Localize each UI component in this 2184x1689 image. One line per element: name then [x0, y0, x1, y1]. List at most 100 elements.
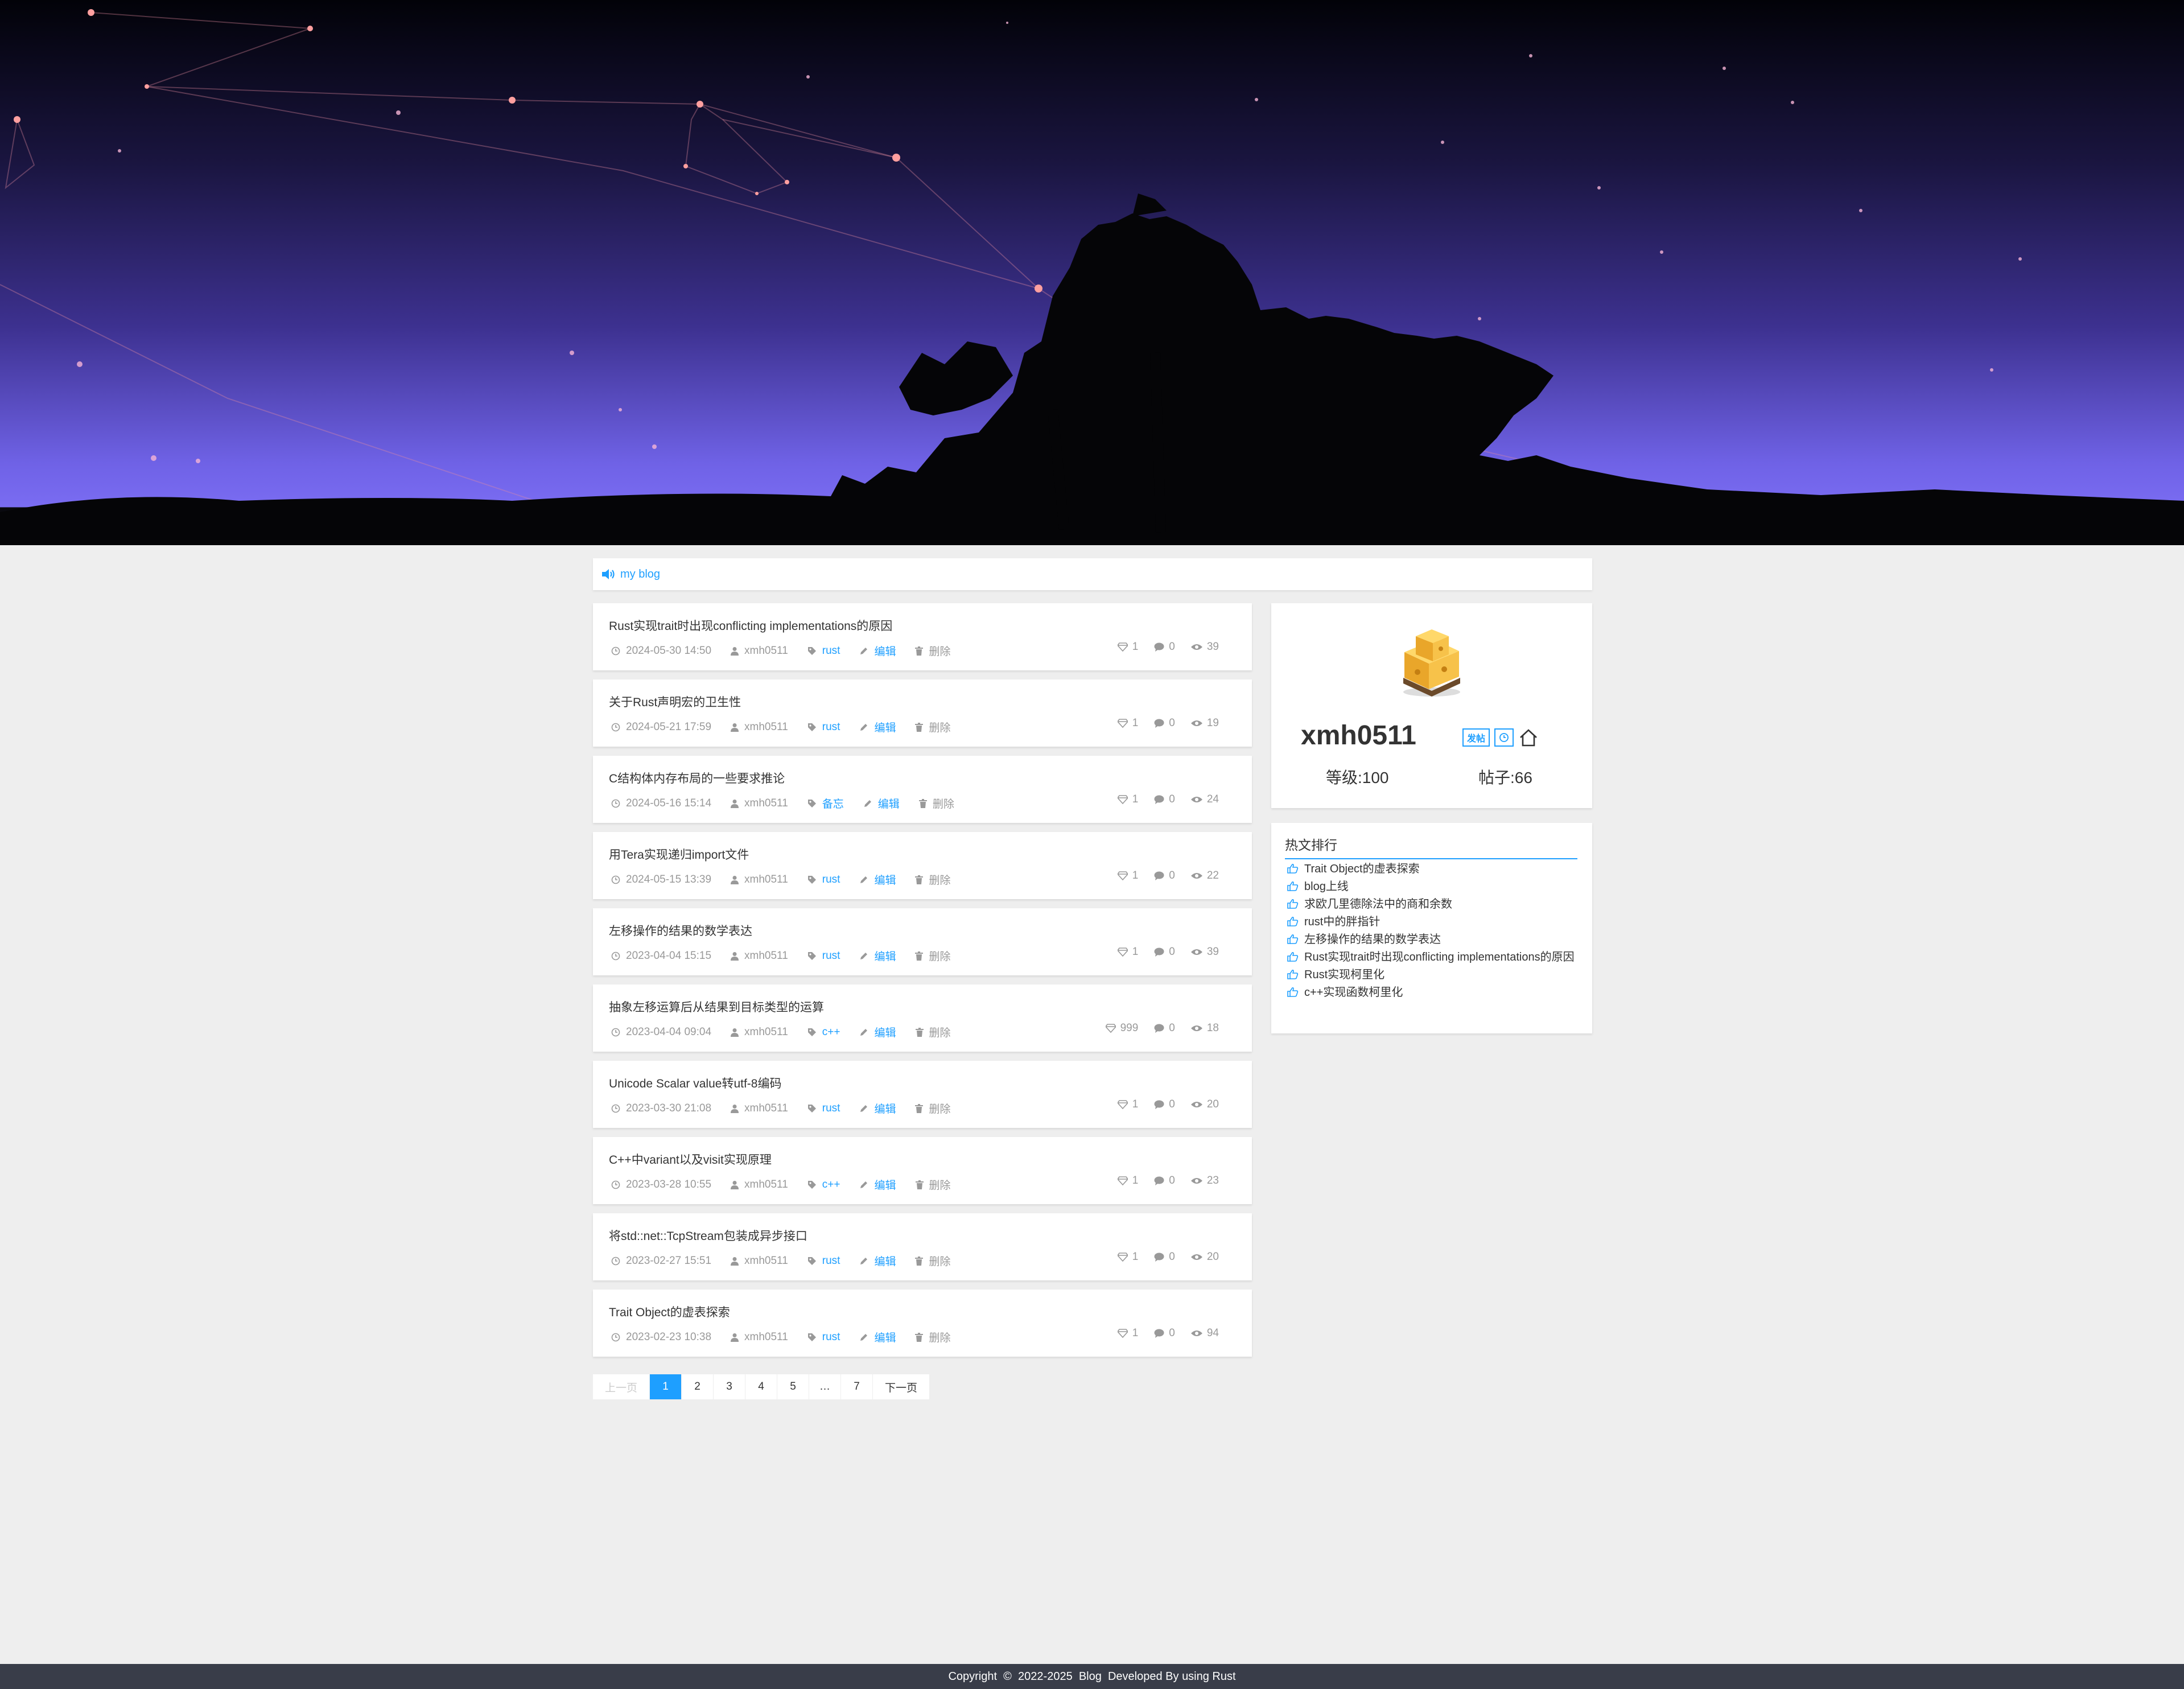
post-delete[interactable]: 删除: [915, 1253, 951, 1268]
page-button[interactable]: 4: [745, 1374, 777, 1399]
next-page-button[interactable]: 下一页: [873, 1374, 930, 1399]
edit-link[interactable]: 编辑: [874, 948, 896, 963]
post-title[interactable]: Rust实现trait时出现conflicting implementation…: [609, 617, 892, 634]
post-tag-text[interactable]: rust: [822, 1331, 840, 1344]
like-count[interactable]: 1: [1117, 1098, 1138, 1111]
post-title[interactable]: 左移操作的结果的数学表达: [609, 922, 752, 939]
post-author-text[interactable]: xmh0511: [744, 1102, 788, 1115]
post-edit[interactable]: 编辑: [859, 948, 896, 963]
post-tag-text[interactable]: rust: [822, 1102, 840, 1115]
page-button[interactable]: 2: [682, 1374, 714, 1399]
post-author-text[interactable]: xmh0511: [744, 950, 788, 962]
post-edit[interactable]: 编辑: [859, 872, 896, 887]
post-author-text[interactable]: xmh0511: [744, 797, 788, 810]
like-count[interactable]: 1: [1117, 946, 1138, 958]
post-edit[interactable]: 编辑: [859, 643, 896, 658]
hot-post-item[interactable]: 求欧几里德除法中的商和余数: [1285, 897, 1581, 912]
delete-link[interactable]: 删除: [929, 1101, 950, 1116]
post-edit[interactable]: 编辑: [859, 1101, 896, 1116]
like-count[interactable]: 1: [1117, 1175, 1138, 1187]
post-delete[interactable]: 删除: [915, 643, 951, 658]
edit-link[interactable]: 编辑: [874, 1329, 896, 1345]
edit-link[interactable]: 编辑: [874, 872, 896, 887]
hot-post-title[interactable]: c++实现函数柯里化: [1304, 985, 1403, 1000]
post-tag-text[interactable]: rust: [822, 721, 840, 734]
post-tag-text[interactable]: rust: [822, 645, 840, 657]
post-author-text[interactable]: xmh0511: [744, 1255, 788, 1267]
hot-post-title[interactable]: 左移操作的结果的数学表达: [1304, 932, 1441, 947]
like-count[interactable]: 1: [1117, 1251, 1138, 1263]
post-delete[interactable]: 删除: [915, 1024, 951, 1040]
post-edit[interactable]: 编辑: [859, 1329, 896, 1345]
page-button[interactable]: 1: [650, 1374, 682, 1399]
edit-link[interactable]: 编辑: [874, 1101, 896, 1116]
post-tag-text[interactable]: c++: [822, 1026, 840, 1039]
hot-post-title[interactable]: blog上线: [1304, 879, 1349, 894]
post-edit[interactable]: 编辑: [859, 719, 896, 735]
post-tag-text[interactable]: c++: [822, 1179, 840, 1191]
post-edit[interactable]: 编辑: [859, 1177, 896, 1192]
prev-page-button[interactable]: 上一页: [593, 1374, 650, 1399]
like-count[interactable]: 1: [1117, 717, 1138, 730]
post-author-text[interactable]: xmh0511: [744, 645, 788, 657]
footer-brand[interactable]: Blog: [1079, 1670, 1102, 1683]
post-title[interactable]: Trait Object的虚表探索: [609, 1303, 730, 1320]
post-author-text[interactable]: xmh0511: [744, 1331, 788, 1344]
post-tag-text[interactable]: 备忘: [822, 796, 844, 811]
post-edit[interactable]: 编辑: [863, 796, 900, 811]
like-count[interactable]: 1: [1117, 1327, 1138, 1340]
hot-post-item[interactable]: Rust实现柯里化: [1285, 967, 1581, 982]
post-tag-text[interactable]: rust: [822, 874, 840, 886]
post-title[interactable]: Unicode Scalar value转utf-8编码: [609, 1074, 781, 1091]
home-icon[interactable]: [1518, 727, 1539, 748]
delete-link[interactable]: 删除: [929, 1024, 951, 1040]
new-post-button[interactable]: 发帖: [1462, 728, 1490, 747]
edit-link[interactable]: 编辑: [874, 1024, 896, 1040]
hot-post-title[interactable]: Trait Object的虚表探索: [1304, 862, 1420, 876]
hot-post-title[interactable]: Rust实现trait时出现conflicting implementation…: [1304, 950, 1575, 965]
post-delete[interactable]: 删除: [918, 796, 954, 811]
delete-link[interactable]: 删除: [929, 643, 950, 658]
hot-post-title[interactable]: 求欧几里德除法中的商和余数: [1304, 897, 1452, 912]
post-edit[interactable]: 编辑: [859, 1253, 896, 1268]
delete-link[interactable]: 删除: [929, 948, 950, 963]
post-edit[interactable]: 编辑: [859, 1024, 896, 1040]
post-delete[interactable]: 删除: [915, 1101, 951, 1116]
hot-post-item[interactable]: blog上线: [1285, 879, 1581, 894]
hot-post-item[interactable]: rust中的胖指针: [1285, 914, 1581, 929]
post-title[interactable]: C结构体内存布局的一些要求推论: [609, 769, 785, 786]
hot-post-item[interactable]: c++实现函数柯里化: [1285, 985, 1581, 1000]
post-author-text[interactable]: xmh0511: [744, 1179, 788, 1191]
post-title[interactable]: 抽象左移运算后从结果到目标类型的运算: [609, 998, 824, 1015]
post-tag-text[interactable]: rust: [822, 950, 840, 962]
post-delete[interactable]: 删除: [915, 1177, 951, 1192]
delete-link[interactable]: 删除: [929, 1329, 950, 1345]
post-author-text[interactable]: xmh0511: [744, 721, 788, 734]
delete-link[interactable]: 删除: [929, 719, 950, 735]
hot-post-title[interactable]: rust中的胖指针: [1304, 914, 1380, 929]
hot-post-item[interactable]: 左移操作的结果的数学表达: [1285, 932, 1581, 947]
page-button[interactable]: 5: [777, 1374, 809, 1399]
page-button[interactable]: 7: [841, 1374, 873, 1399]
like-count[interactable]: 1: [1117, 793, 1138, 806]
post-delete[interactable]: 删除: [915, 948, 951, 963]
delete-link[interactable]: 删除: [933, 796, 954, 811]
delete-link[interactable]: 删除: [929, 1253, 950, 1268]
post-title[interactable]: C++中variant以及visit实现原理: [609, 1151, 772, 1168]
post-tag-text[interactable]: rust: [822, 1255, 840, 1267]
like-count[interactable]: 999: [1105, 1022, 1138, 1035]
like-count[interactable]: 1: [1117, 641, 1138, 653]
post-title[interactable]: 将std::net::TcpStream包装成异步接口: [609, 1227, 807, 1244]
post-delete[interactable]: 删除: [915, 719, 951, 735]
hot-post-item[interactable]: Trait Object的虚表探索: [1285, 862, 1581, 876]
post-delete[interactable]: 删除: [915, 872, 951, 887]
edit-link[interactable]: 编辑: [874, 719, 896, 735]
notice-label[interactable]: my blog: [620, 568, 660, 581]
post-delete[interactable]: 删除: [915, 1329, 951, 1345]
hot-post-item[interactable]: Rust实现trait时出现conflicting implementation…: [1285, 950, 1581, 965]
delete-link[interactable]: 删除: [929, 1177, 951, 1192]
post-author-text[interactable]: xmh0511: [744, 1026, 788, 1039]
like-count[interactable]: 1: [1117, 870, 1138, 882]
page-button[interactable]: 3: [714, 1374, 745, 1399]
edit-link[interactable]: 编辑: [878, 796, 900, 811]
